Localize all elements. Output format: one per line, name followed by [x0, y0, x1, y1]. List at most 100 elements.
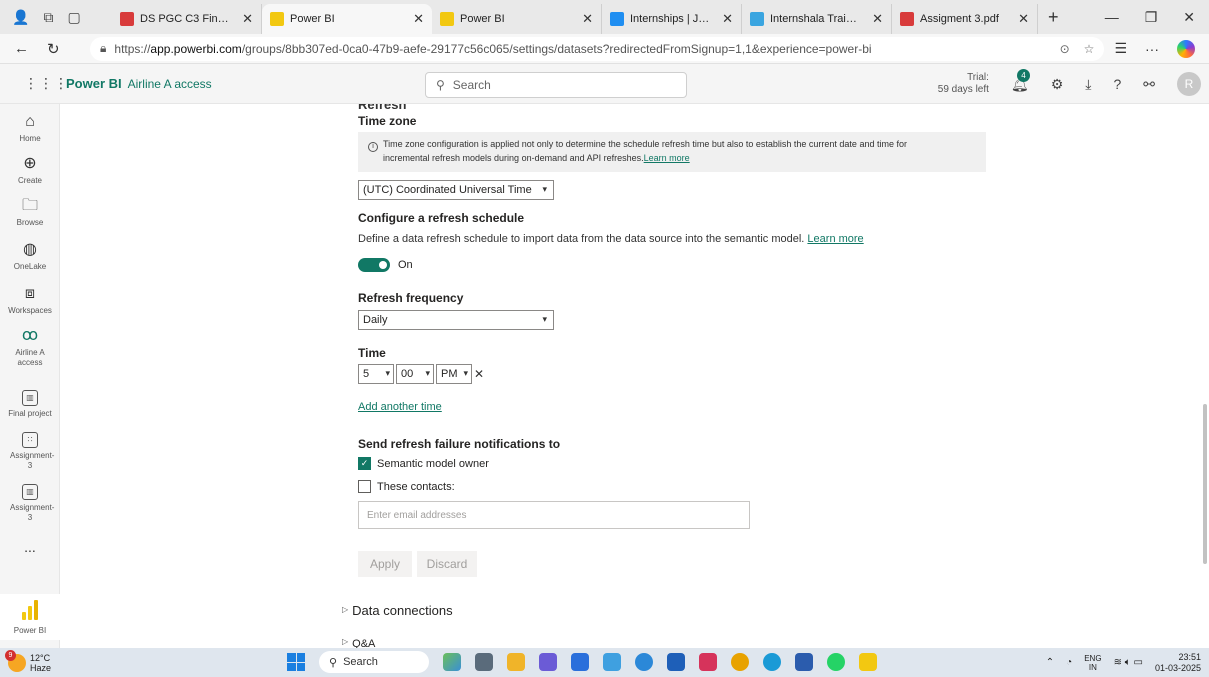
- url-field[interactable]: 🔒︎ https://app.powerbi.com/groups/8bb307…: [90, 36, 1105, 61]
- minimize-icon[interactable]: —: [1105, 9, 1119, 26]
- word-icon[interactable]: [795, 653, 813, 671]
- hour-select[interactable]: 5 ▾: [358, 364, 394, 384]
- search-box[interactable]: ⚲ Search: [425, 72, 687, 98]
- rail-home[interactable]: ⌂ Home: [0, 112, 60, 144]
- clock[interactable]: 23:51 01-03-2025: [1155, 652, 1201, 674]
- rail-powerbi[interactable]: Power BI: [0, 594, 60, 640]
- edge-icon[interactable]: [763, 653, 781, 671]
- minute-select[interactable]: 00 ▾: [396, 364, 434, 384]
- close-icon[interactable]: ✕: [238, 11, 253, 27]
- favorite-star-icon[interactable]: ☆: [1084, 42, 1095, 56]
- expand-triangle-icon: ▷: [342, 637, 349, 646]
- close-icon[interactable]: ✕: [578, 11, 593, 27]
- copilot-icon[interactable]: [1177, 39, 1195, 58]
- copilot-app-icon[interactable]: [539, 653, 557, 671]
- close-icon[interactable]: ✕: [1014, 11, 1029, 27]
- tab-title: Power BI: [460, 13, 505, 25]
- wifi-volume-battery-icons[interactable]: ≋ 🔈︎ ▭: [1114, 657, 1143, 668]
- qna-section[interactable]: ▷ Q&A: [342, 637, 375, 648]
- favorites-icon[interactable]: ☰: [1114, 40, 1127, 57]
- ampm-select[interactable]: PM ▾: [436, 364, 472, 384]
- new-tab-icon[interactable]: +: [1038, 7, 1069, 28]
- whatsapp-icon[interactable]: [827, 653, 845, 671]
- rail-airline-workspace[interactable]: ꝏ Airline A access: [0, 326, 60, 368]
- taskbar-search[interactable]: ⚲ Search: [319, 651, 429, 673]
- restore-icon[interactable]: ❐: [1145, 9, 1158, 26]
- rail-create[interactable]: ⊕ Create: [0, 154, 60, 186]
- refresh-icon[interactable]: ↻: [47, 40, 60, 58]
- rail-onelake[interactable]: ◍ OneLake: [0, 240, 60, 272]
- hour-value: 5: [363, 368, 370, 380]
- frequency-select[interactable]: Daily ▾: [358, 310, 554, 330]
- close-icon[interactable]: ✕: [409, 11, 424, 27]
- rail-final-project[interactable]: ▥ Final project: [0, 390, 60, 419]
- workspace-name[interactable]: Airline A access: [128, 77, 212, 91]
- tab-actions-icon[interactable]: ▢: [67, 9, 80, 26]
- share-icon[interactable]: ⚯: [1143, 76, 1155, 93]
- vertical-scrollbar[interactable]: [1203, 404, 1207, 564]
- apply-button[interactable]: Apply: [358, 551, 412, 577]
- owner-checkbox[interactable]: ✓: [358, 457, 371, 470]
- learn-more-link[interactable]: Learn more: [644, 153, 690, 163]
- file-explorer-icon[interactable]: [507, 653, 525, 671]
- close-icon[interactable]: ✕: [868, 11, 883, 27]
- window-controls: — ❐ ✕: [1105, 9, 1209, 26]
- settings-gear-icon[interactable]: ⚙: [1051, 76, 1064, 93]
- reading-icon[interactable]: ⊙: [1060, 42, 1070, 56]
- notification-bell-icon[interactable]: 🔔︎ 4: [1011, 68, 1030, 93]
- store-icon[interactable]: [571, 653, 589, 671]
- language-indicator[interactable]: ENG IN: [1084, 654, 1101, 672]
- learn-more-link[interactable]: Learn more: [807, 233, 863, 245]
- rail-label: Home: [19, 134, 41, 143]
- collections-icon[interactable]: ⧉: [43, 9, 53, 26]
- add-another-time-link[interactable]: Add another time: [358, 401, 442, 413]
- browser-tab-1[interactable]: DS PGC C3 Final Project (1 ✕: [112, 4, 262, 34]
- browser-tab-5[interactable]: Internshala Trainings ✕: [742, 4, 892, 34]
- rail-workspaces[interactable]: ⧈ Workspaces: [0, 284, 60, 316]
- browser-tab-4[interactable]: Internships | Jobs | Trainin ✕: [602, 4, 742, 34]
- timezone-select[interactable]: (UTC) Coordinated Universal Time ▾: [358, 180, 554, 200]
- notify-label: Send refresh failure notifications to: [358, 437, 561, 451]
- help-icon[interactable]: ?: [1113, 76, 1121, 92]
- rail-more-icon[interactable]: ...: [0, 540, 60, 554]
- download-icon[interactable]: ⤓: [1085, 76, 1091, 93]
- data-connections-section[interactable]: ▷ Data connections: [342, 603, 453, 618]
- windows-start-icon[interactable]: [287, 653, 305, 671]
- mcafee-icon[interactable]: [699, 653, 717, 671]
- rail-assignment-2[interactable]: ▥ Assignment-3: [0, 484, 60, 523]
- rail-assignment-1[interactable]: ∷ Assignment-3: [0, 432, 60, 471]
- folder-icon: 🗀: [21, 197, 38, 214]
- pdf-icon: [120, 12, 134, 26]
- browser-tab-6[interactable]: Assigment 3.pdf ✕: [892, 4, 1038, 34]
- more-icon[interactable]: ···: [1145, 41, 1159, 57]
- trial-info[interactable]: Trial: 59 days left: [938, 72, 989, 96]
- document-app-icon[interactable]: [667, 653, 685, 671]
- weather-text: 12°C Haze: [30, 653, 51, 673]
- widgets-app-icon[interactable]: [443, 653, 461, 671]
- task-view-icon[interactable]: [475, 653, 493, 671]
- chevron-up-icon[interactable]: ⌃: [1046, 657, 1054, 668]
- rail-browse[interactable]: 🗀 Browse: [0, 196, 60, 228]
- browser-tab-2[interactable]: Power BI ✕: [262, 4, 432, 34]
- trial-label: Trial:: [967, 72, 989, 83]
- browser-tab-3[interactable]: Power BI ✕: [432, 4, 602, 34]
- contacts-checkbox[interactable]: [358, 480, 371, 493]
- close-icon[interactable]: ✕: [718, 11, 733, 27]
- avatar[interactable]: R: [1177, 72, 1201, 96]
- chart-app-icon[interactable]: [603, 653, 621, 671]
- edge-dev-icon[interactable]: [635, 653, 653, 671]
- close-window-icon[interactable]: ✕: [1183, 9, 1195, 26]
- tray-app-icon[interactable]: ◔: [1066, 657, 1072, 668]
- email-input[interactable]: Enter email addresses: [358, 501, 750, 529]
- chrome-icon[interactable]: [731, 653, 749, 671]
- back-icon[interactable]: ←: [14, 40, 29, 58]
- discard-button[interactable]: Discard: [417, 551, 477, 577]
- refresh-schedule-toggle[interactable]: [358, 258, 390, 272]
- weather-widget[interactable]: 9 12°C Haze: [0, 649, 140, 673]
- powerbi-taskbar-icon[interactable]: [859, 653, 877, 671]
- app-launcher-icon[interactable]: ⋮⋮⋮: [0, 75, 68, 92]
- schedule-desc-text: Define a data refresh schedule to import…: [358, 233, 805, 245]
- profile-icon[interactable]: 👤: [12, 9, 29, 26]
- remove-time-icon[interactable]: ✕: [474, 367, 484, 381]
- brand-name[interactable]: Power BI: [66, 76, 122, 91]
